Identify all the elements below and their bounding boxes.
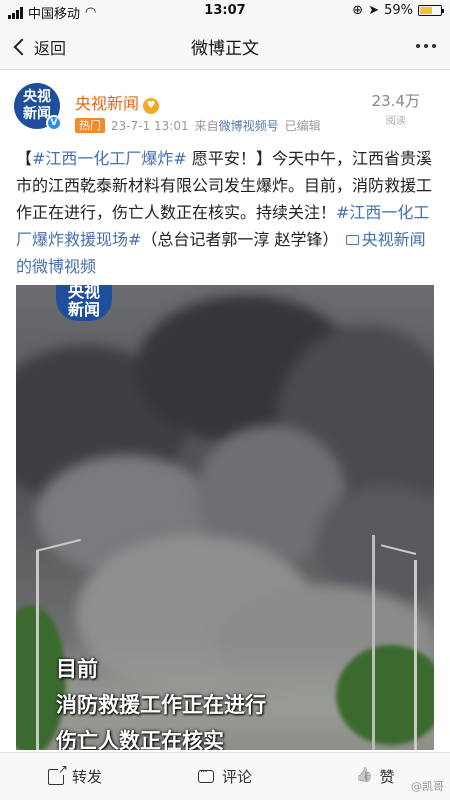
action-bar: 转发 评论 赞 @凯哥 <box>0 752 450 800</box>
repost-label: 转发 <box>71 768 102 786</box>
avatar-text-1: 央视 <box>23 89 51 105</box>
status-bar: 中国移动 ◠ 13:07 ⊕ ➤ 59% <box>0 0 450 22</box>
comment-button[interactable]: 评论 <box>150 753 300 800</box>
street-lamp <box>414 560 417 750</box>
post-date: 23-7-1 13:01 <box>111 118 189 133</box>
verified-badge-icon: V <box>46 115 62 131</box>
comment-label: 评论 <box>221 768 252 786</box>
caption-line-1: 目前 <box>56 657 98 681</box>
more-dots-icon[interactable] <box>416 44 436 48</box>
status-right: ⊕ ➤ 59% <box>352 3 444 18</box>
cctv-news-logo: 央视 新闻 <box>56 285 112 321</box>
hot-tag-badge: 热门 <box>75 118 105 133</box>
page-title: 微博正文 <box>191 39 259 59</box>
navigation-bar: 返回 微博正文 <box>0 22 450 70</box>
battery-percent: 59% <box>384 3 413 18</box>
source-link[interactable]: 微博视频号 <box>219 119 279 133</box>
author-name[interactable]: 央视新闻 ♥ <box>75 90 160 114</box>
repost-icon <box>47 762 68 785</box>
credit-text: （总台记者郭一淳 赵学锋） <box>141 230 339 249</box>
post-text: 【#江西一化工厂爆炸# 愿平安！】今天中午，江西省贵溪市的江西乾泰新材料有限公司… <box>16 145 438 280</box>
read-count-label: 阅读 <box>385 116 406 127</box>
thumbs-up-icon <box>355 769 371 785</box>
video-thumbnail[interactable]: 央视 新闻 目前 消防救援工作正在进行 伤亡人数正在核实 <box>16 285 434 750</box>
logo-text-1: 央视 <box>67 285 100 301</box>
battery-icon <box>418 5 444 16</box>
watermark: @凯哥 <box>411 780 444 793</box>
read-count: 23.4万 阅读 <box>372 90 420 127</box>
repost-button[interactable]: 转发 <box>0 753 150 800</box>
post-header: 央视 新闻 V 央视新闻 ♥ 热门 23-7-1 13:01 来自微博视频号 已编… <box>0 71 450 139</box>
bracket-open: 【 <box>16 149 33 168</box>
comment-icon <box>197 767 214 783</box>
lock-rotation-icon: ⊕ <box>352 3 364 18</box>
caption-line-3: 伤亡人数正在核实 <box>56 729 224 750</box>
edited-label: 已编辑 <box>284 119 321 133</box>
caption-line-2: 消防救援工作正在进行 <box>56 693 266 717</box>
source-prefix: 来自 <box>194 119 219 133</box>
read-count-number: 23.4万 <box>371 92 420 110</box>
wish-text: 愿平安！】 <box>186 149 272 168</box>
topic-link-1[interactable]: #江西一化工厂爆炸# <box>32 149 187 168</box>
author-name-text: 央视新闻 <box>75 94 140 113</box>
utility-pole <box>372 535 375 750</box>
location-icon: ➤ <box>368 3 380 18</box>
post-meta: 热门 23-7-1 13:01 来自微博视频号 已编辑 <box>75 117 321 134</box>
avatar[interactable]: 央视 新闻 V <box>14 83 62 131</box>
like-label: 赞 <box>379 768 395 786</box>
vip-heart-icon: ♥ <box>143 98 160 114</box>
street-lamp <box>36 550 39 750</box>
logo-text-2: 新闻 <box>67 300 100 319</box>
video-icon <box>345 235 359 245</box>
